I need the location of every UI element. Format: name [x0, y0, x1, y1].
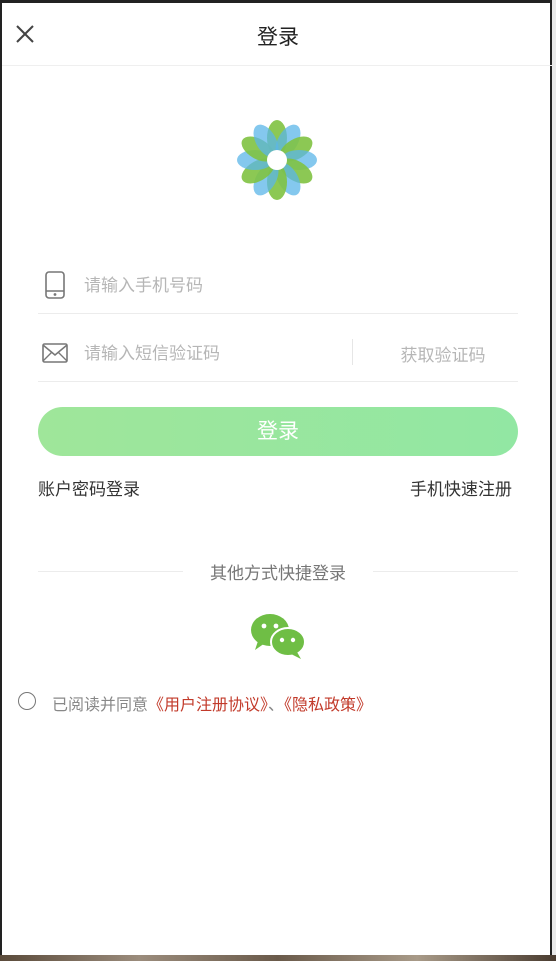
window-edge [552, 0, 556, 961]
agreement-prefix: 已阅读并同意 [52, 695, 149, 714]
phone-icon [45, 271, 65, 299]
login-button[interactable]: 登录 [38, 407, 518, 456]
user-agreement-link[interactable]: 《用户注册协议》 [148, 695, 268, 714]
wechat-icon[interactable] [249, 611, 307, 661]
page-title: 登录 [257, 25, 299, 49]
field-divider [352, 339, 353, 365]
app-window: 登录 请输入手机号码 请输入短信验证码 获取验证码 登录 账户密码登录 手机快速… [0, 0, 554, 955]
agree-radio[interactable] [18, 692, 36, 710]
get-code-button[interactable]: 获取验证码 [368, 341, 518, 366]
phone-field [38, 257, 518, 314]
privacy-policy-link[interactable]: 《隐私政策》 [284, 695, 372, 714]
password-login-link[interactable]: 账户密码登录 [38, 475, 140, 500]
phone-input[interactable] [82, 271, 386, 301]
background-strip [0, 955, 556, 961]
sms-code-input[interactable] [82, 339, 306, 369]
other-login-divider: 其他方式快捷登录 [38, 559, 518, 584]
agreement-separator: 、 [268, 695, 285, 714]
code-field: 获取验证码 [38, 325, 518, 382]
mail-icon [42, 343, 68, 363]
quick-register-link[interactable]: 手机快速注册 [410, 475, 512, 500]
header-bar: 登录 [2, 3, 554, 66]
divider-line-right [373, 571, 518, 572]
agreement-text: 已阅读并同意《用户注册协议》、《隐私政策》 [52, 691, 372, 715]
app-logo [237, 120, 317, 200]
